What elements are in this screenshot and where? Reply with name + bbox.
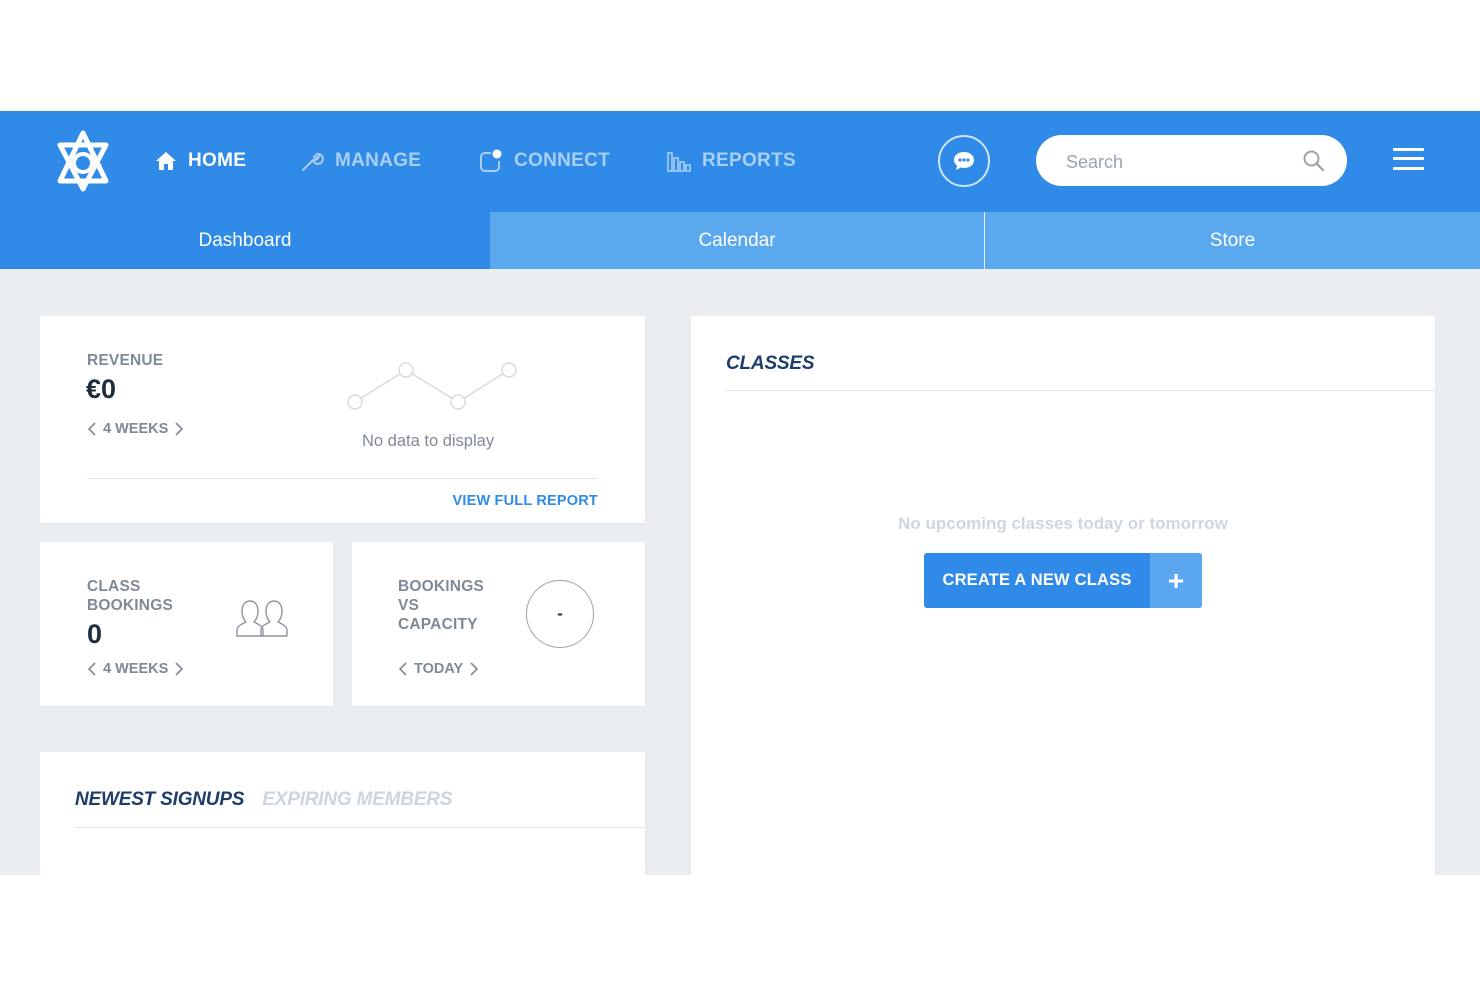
- app-frame: HOME MANAGE CONNECT REPORTS Search Dashb…: [0, 111, 1480, 875]
- next-period-chevron-icon[interactable]: [174, 422, 184, 436]
- capacity-period-selector: TODAY: [398, 661, 479, 677]
- class-bookings-card: CLASS BOOKINGS 0 4 WEEKS: [40, 542, 333, 706]
- previous-period-chevron-icon[interactable]: [87, 662, 97, 676]
- revenue-empty-text: No data to display: [362, 432, 495, 450]
- classes-title: CLASSES: [726, 353, 815, 374]
- brand-logo-icon[interactable]: [54, 129, 112, 193]
- bar-chart-icon: [667, 152, 691, 172]
- top-nav-bar: HOME MANAGE CONNECT REPORTS Search: [0, 111, 1480, 212]
- capacity-period-label: TODAY: [414, 661, 464, 677]
- revenue-period-label: 4 WEEKS: [103, 421, 169, 437]
- nav-connect-label: CONNECT: [514, 150, 611, 171]
- revenue-card: REVENUE €0 4 WEEKS No data to display VI…: [40, 316, 645, 523]
- previous-period-chevron-icon[interactable]: [398, 662, 408, 676]
- bookings-capacity-label-line3: CAPACITY: [398, 616, 478, 633]
- tab-newest-signups[interactable]: NEWEST SIGNUPS: [75, 789, 244, 811]
- nav-reports[interactable]: REPORTS: [666, 147, 796, 175]
- bookings-capacity-label-line2: VS: [398, 597, 420, 614]
- capacity-gauge: -: [526, 580, 594, 648]
- view-full-report-link[interactable]: VIEW FULL REPORT: [452, 493, 598, 509]
- members-tabs: NEWEST SIGNUPS EXPIRING MEMBERS: [75, 789, 452, 811]
- classes-divider: [726, 390, 1435, 391]
- create-class-label: CREATE A NEW CLASS: [942, 571, 1132, 589]
- hamburger-menu-icon[interactable]: [1393, 148, 1424, 170]
- empty-line-chart-icon: [347, 362, 517, 410]
- revenue-label: REVENUE: [87, 352, 164, 369]
- nav-connect[interactable]: CONNECT: [478, 147, 610, 175]
- revenue-period-selector: 4 WEEKS: [87, 421, 184, 437]
- sub-tabs: Dashboard Calendar Store: [0, 212, 1480, 269]
- search-icon[interactable]: [1302, 149, 1326, 173]
- class-bookings-period-label: 4 WEEKS: [103, 661, 169, 677]
- chat-bubble-icon: [954, 152, 974, 170]
- create-new-class-button[interactable]: CREATE A NEW CLASS +: [924, 553, 1202, 608]
- class-bookings-period-selector: 4 WEEKS: [87, 661, 184, 677]
- home-icon: [156, 152, 176, 170]
- class-bookings-label-line2: BOOKINGS: [87, 597, 173, 614]
- nav-reports-label: REPORTS: [702, 150, 796, 171]
- tab-expiring-members[interactable]: EXPIRING MEMBERS: [262, 789, 452, 811]
- class-bookings-value: 0: [87, 619, 103, 649]
- bookings-capacity-label: BOOKINGS VS CAPACITY: [398, 577, 484, 634]
- class-bookings-label-line1: CLASS: [87, 578, 141, 595]
- bookings-capacity-label-line1: BOOKINGS: [398, 578, 484, 595]
- members-divider: [75, 827, 645, 828]
- next-period-chevron-icon[interactable]: [469, 662, 479, 676]
- search-box: [1036, 135, 1347, 186]
- previous-period-chevron-icon[interactable]: [87, 422, 97, 436]
- tab-dashboard[interactable]: Dashboard: [0, 212, 490, 269]
- classes-empty-text: No upcoming classes today or tomorrow: [898, 514, 1228, 533]
- nav-manage-label: MANAGE: [335, 150, 422, 171]
- nav-manage[interactable]: MANAGE: [299, 147, 421, 175]
- connect-icon: [480, 149, 502, 172]
- people-icon: [236, 600, 288, 637]
- nav-home-label: HOME: [188, 150, 247, 171]
- plus-icon: +: [1150, 553, 1202, 608]
- next-period-chevron-icon[interactable]: [174, 662, 184, 676]
- revenue-divider: [87, 478, 598, 479]
- search-input[interactable]: [1064, 148, 1288, 176]
- members-card: NEWEST SIGNUPS EXPIRING MEMBERS: [40, 752, 645, 875]
- bookings-capacity-card: BOOKINGS VS CAPACITY - TODAY: [352, 542, 645, 706]
- wrench-icon: [302, 152, 324, 171]
- class-bookings-label: CLASS BOOKINGS: [87, 577, 173, 615]
- chat-button[interactable]: [938, 135, 990, 187]
- nav-home[interactable]: HOME: [154, 147, 246, 175]
- revenue-value: €0: [86, 374, 117, 404]
- tab-store[interactable]: Store: [985, 212, 1480, 269]
- tab-calendar[interactable]: Calendar: [490, 212, 984, 269]
